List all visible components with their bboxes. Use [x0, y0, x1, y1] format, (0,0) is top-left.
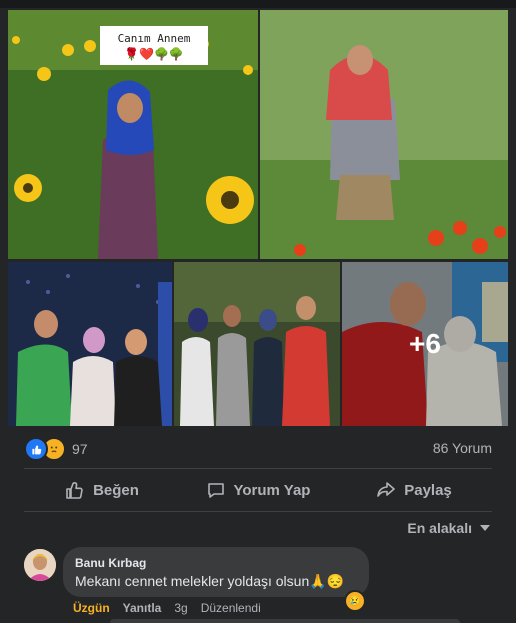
thumbs-up-icon [66, 482, 83, 499]
post-photo-2[interactable] [260, 10, 508, 259]
divider-top [24, 468, 492, 469]
share-label: Paylaş [404, 481, 452, 499]
caption-title: Canım Annem [117, 32, 191, 45]
share-button[interactable]: Paylaş [336, 470, 492, 510]
top-bar [0, 0, 516, 8]
reaction-count: 97 [72, 441, 88, 457]
comment-reaction-icon[interactable]: 😢 [344, 590, 366, 612]
post-photo-4[interactable] [174, 262, 340, 426]
comment-count-link[interactable]: 86 Yorum [433, 440, 492, 456]
post-actions: Beğen Yorum Yap Paylaş [24, 470, 492, 510]
divider-bottom [24, 511, 492, 512]
like-icon [24, 437, 48, 461]
comment-author[interactable]: Banu Kırbag [75, 556, 146, 570]
edited-label: Düzenlendi [200, 601, 261, 615]
caret-down-icon [480, 525, 490, 531]
avatar[interactable] [24, 549, 56, 581]
more-photos-overlay[interactable]: +6 [342, 262, 508, 426]
comment-label: Yorum Yap [233, 481, 311, 499]
post-photo-5[interactable]: +6 [342, 262, 508, 426]
like-button[interactable]: Beğen [24, 470, 180, 510]
facebook-post: Canım Annem 🌹❤️🌳🌳 +6 97 86 Yorum Beğen Y… [0, 0, 516, 623]
photo-caption: Canım Annem 🌹❤️🌳🌳 [100, 26, 208, 65]
comment-bubble: Banu Kırbag Mekanı cennet melekler yolda… [63, 547, 369, 597]
comment-time[interactable]: 3g [174, 601, 187, 615]
more-photos-count: +6 [409, 328, 441, 359]
comment-meta: Üzgün Yanıtla 3g Düzenlendi [73, 601, 274, 615]
post-photo-1[interactable]: Canım Annem 🌹❤️🌳🌳 [8, 10, 258, 259]
comment-button[interactable]: Yorum Yap [180, 470, 336, 510]
share-icon [377, 482, 396, 497]
reacted-sad-link[interactable]: Üzgün [73, 601, 110, 615]
comment-icon [207, 483, 224, 498]
reaction-summary[interactable]: 97 [24, 437, 88, 461]
post-photo-3[interactable] [8, 262, 172, 426]
reply-link[interactable]: Yanıtla [123, 601, 162, 615]
caption-emoji: 🌹❤️🌳🌳 [124, 47, 184, 61]
comment-sort-dropdown[interactable]: En alakalı [407, 520, 490, 536]
like-label: Beğen [93, 481, 139, 499]
comment-text: Mekanı cennet melekler yoldaşı olsun🙏😔 [75, 573, 345, 589]
sort-label: En alakalı [407, 520, 472, 536]
next-element-edge [110, 619, 460, 623]
